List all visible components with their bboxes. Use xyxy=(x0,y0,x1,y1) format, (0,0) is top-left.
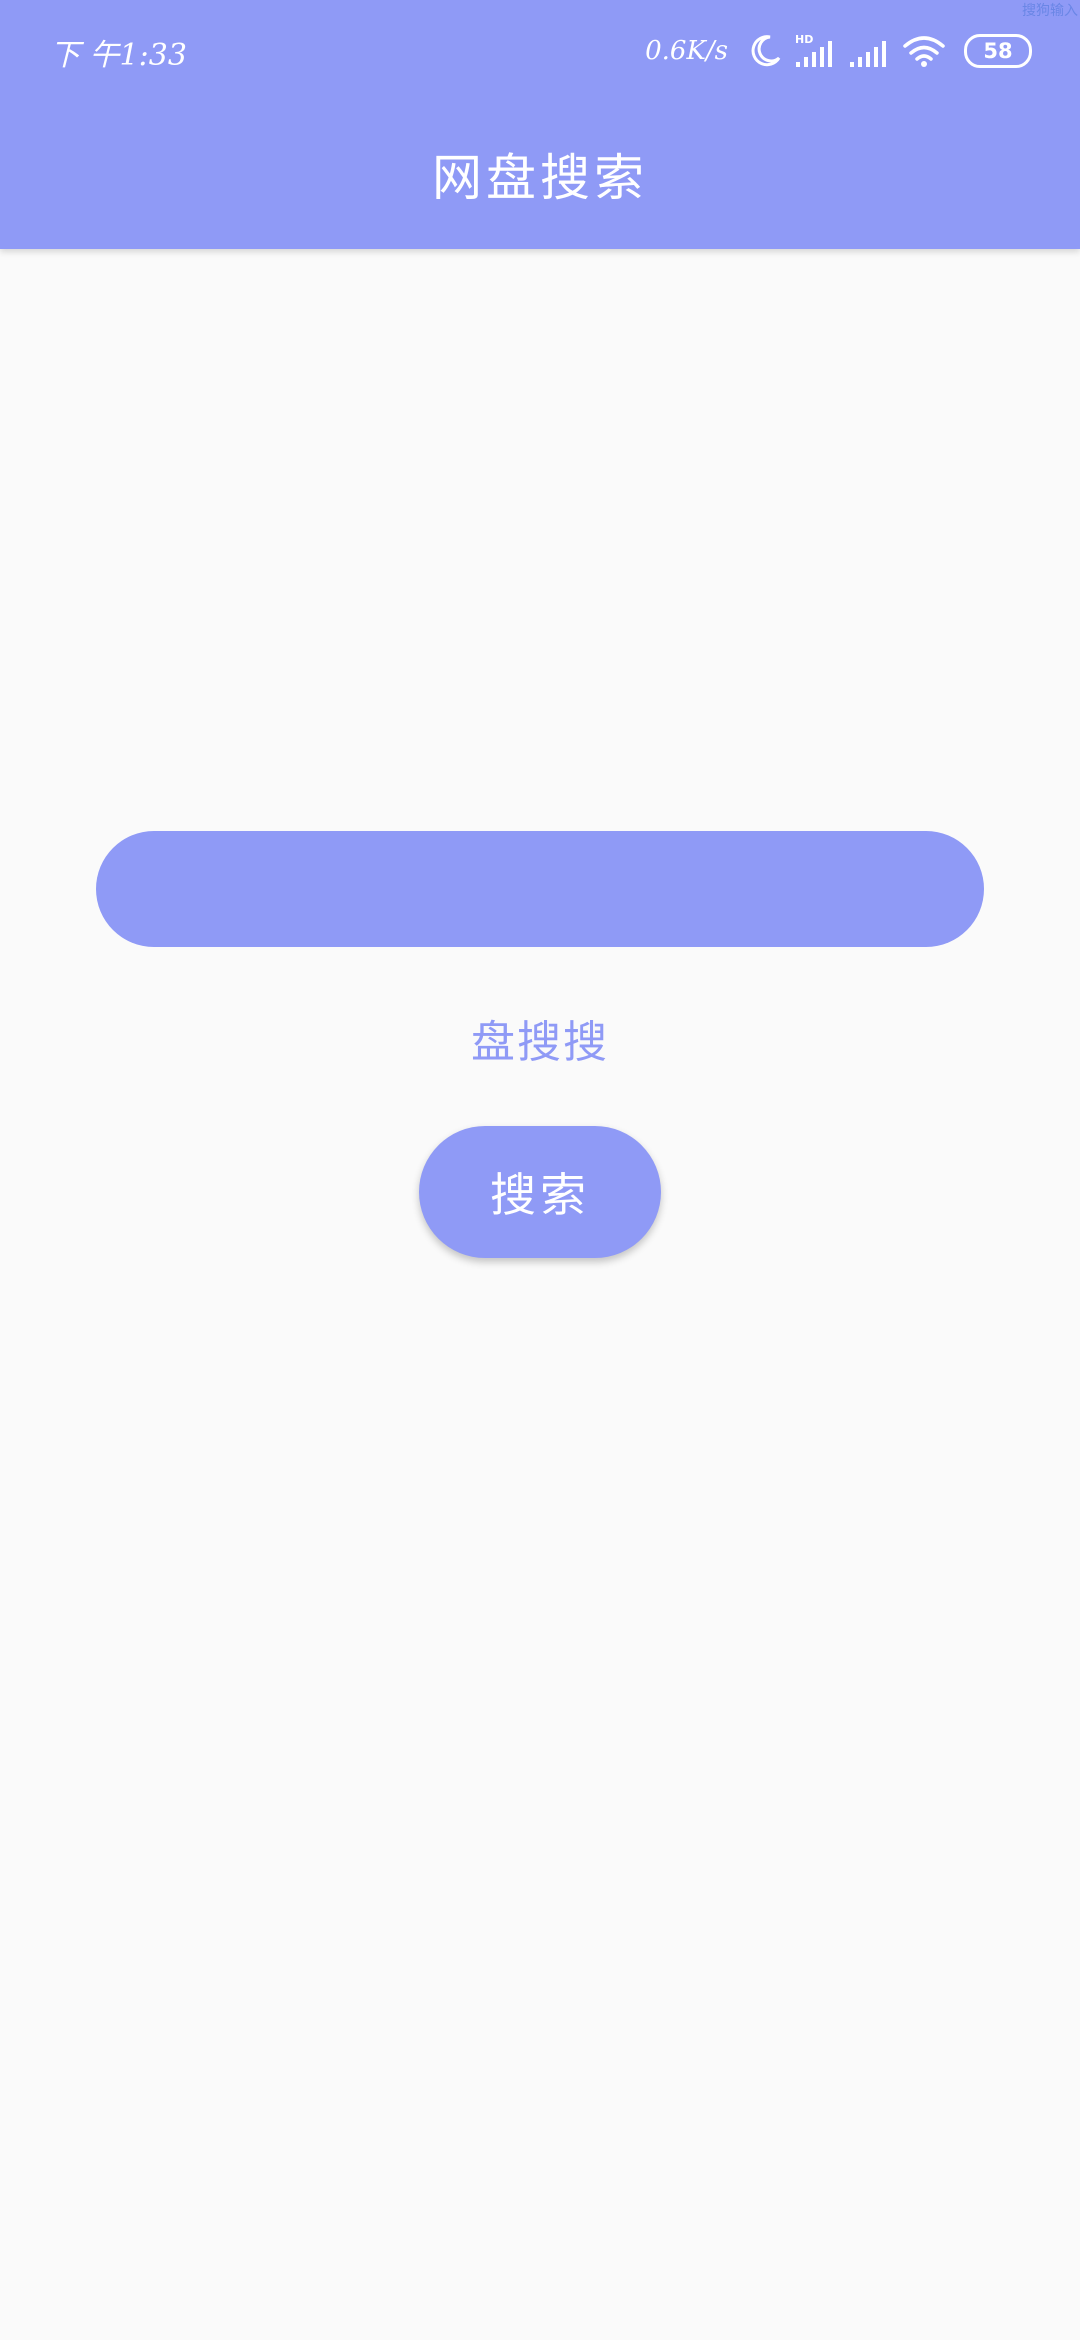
search-source-label[interactable]: 盘搜搜 xyxy=(0,1006,1080,1070)
signal-hd-icon: HD xyxy=(794,34,836,68)
status-time: 下 午1:33 xyxy=(50,38,187,73)
moon-icon xyxy=(748,34,782,68)
battery-indicator: 58 xyxy=(964,34,1032,68)
app-header: 搜狗输入 下 午1:33 0.6K/s HD 58 网盘搜索 xyxy=(0,0,1080,249)
status-bar-right: 0.6K/s HD 58 xyxy=(645,30,1032,72)
hd-label: HD xyxy=(795,34,813,46)
page-title: 网盘搜索 xyxy=(432,149,648,207)
signal-icon xyxy=(848,34,890,68)
search-input[interactable] xyxy=(96,831,984,947)
network-speed: 0.6K/s xyxy=(645,36,728,66)
corner-tag: 搜狗输入 xyxy=(1022,3,1078,19)
search-button[interactable]: 搜索 xyxy=(419,1126,661,1258)
wifi-icon xyxy=(902,34,946,68)
